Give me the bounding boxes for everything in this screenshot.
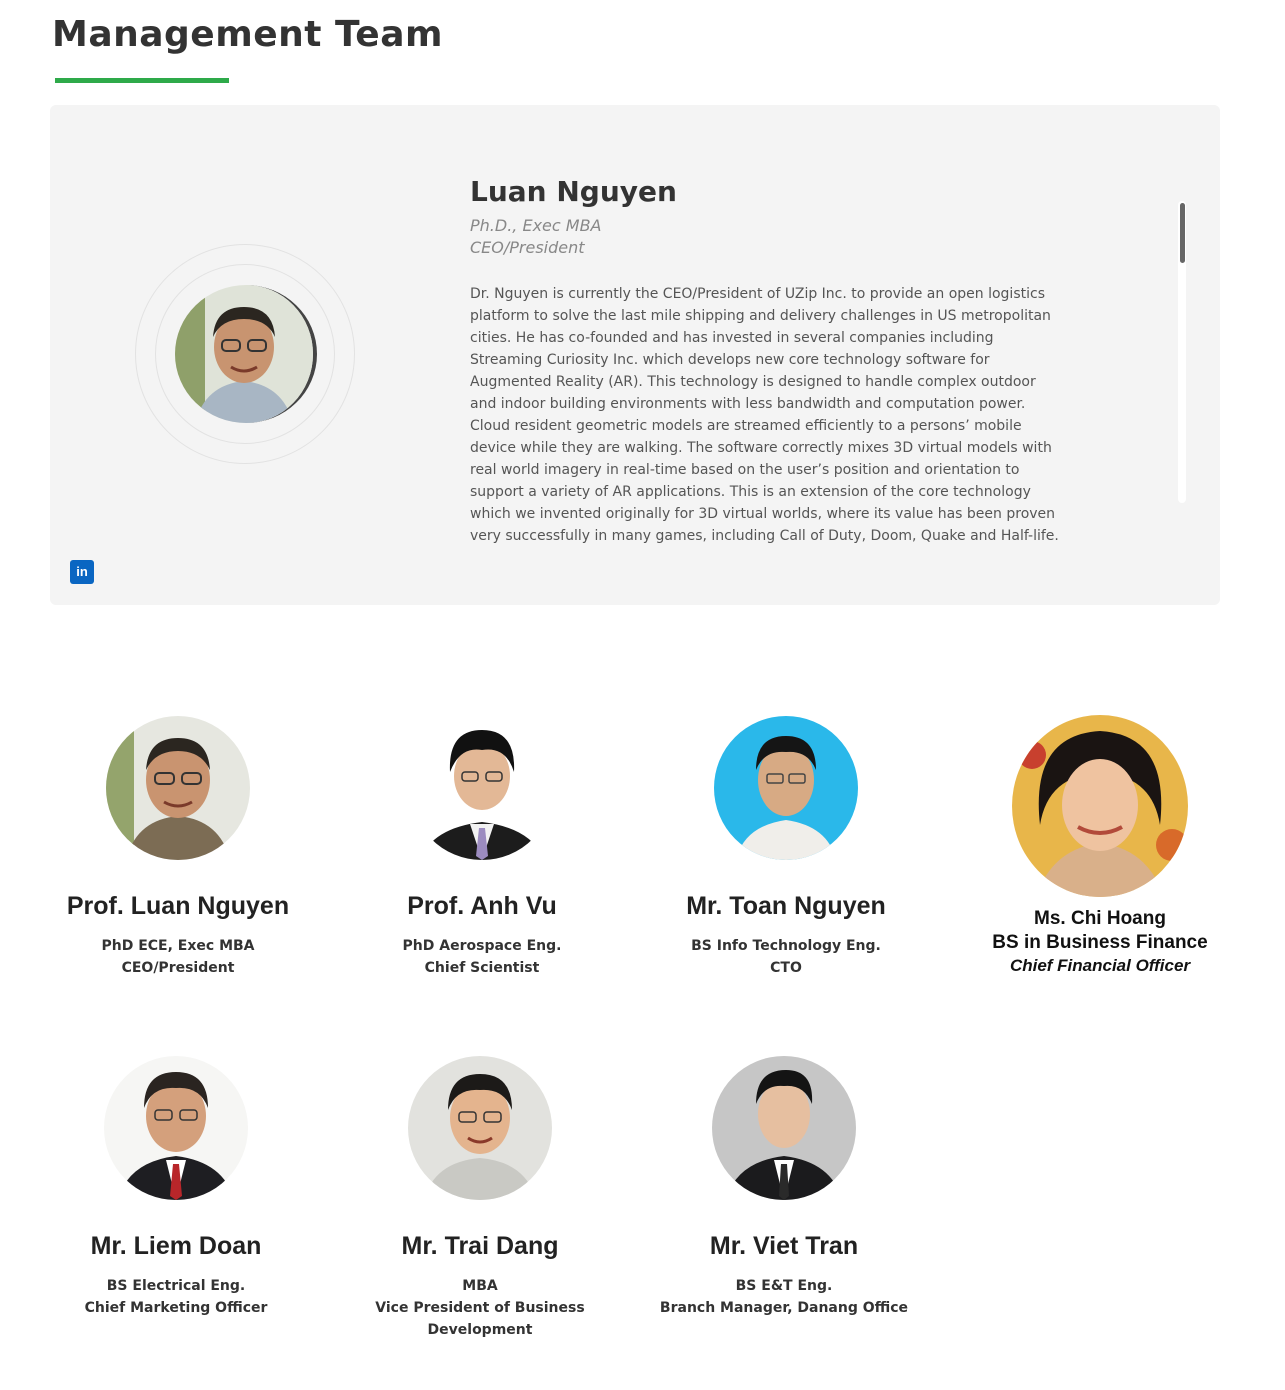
member-photo: [104, 1056, 248, 1200]
linkedin-icon[interactable]: in: [70, 560, 94, 584]
member-photo: [410, 716, 554, 860]
team-member-card[interactable]: Mr. Liem Doan BS Electrical Eng. Chief M…: [26, 1056, 326, 1319]
member-degree: BS in Business Finance: [992, 932, 1208, 953]
member-photo: [714, 716, 858, 860]
team-member-card[interactable]: Mr. Trai Dang MBA Vice President of Busi…: [330, 1056, 630, 1341]
member-role: Chief Marketing Officer: [84, 1300, 268, 1316]
featured-member-role: CEO/President: [470, 238, 585, 257]
featured-member-degree: Ph.D., Exec MBA: [470, 216, 602, 235]
member-name: Mr. Toan Nguyen: [686, 892, 886, 920]
member-role: Branch Manager, Danang Office: [659, 1300, 909, 1316]
member-role: Chief Financial Officer: [1009, 956, 1191, 975]
member-role: Chief Scientist: [424, 960, 540, 976]
bio-scrollbar-thumb[interactable]: [1180, 203, 1185, 263]
member-name: Prof. Luan Nguyen: [66, 892, 290, 920]
member-degree: BS Info Technology Eng.: [691, 938, 881, 954]
team-member-card[interactable]: Prof. Luan Nguyen PhD ECE, Exec MBA CEO/…: [28, 716, 328, 979]
team-member-card[interactable]: Mr. Viet Tran BS E&T Eng. Branch Manager…: [634, 1056, 934, 1319]
member-photo: [712, 1056, 856, 1200]
member-degree: BS E&T Eng.: [735, 1278, 833, 1294]
member-role: Vice President of Business Development: [375, 1300, 585, 1338]
member-role: CEO/President: [121, 960, 235, 976]
member-photo: [106, 716, 250, 860]
team-member-card[interactable]: Prof. Anh Vu PhD Aerospace Eng. Chief Sc…: [332, 716, 632, 979]
member-name: Ms. Chi Hoang: [1034, 908, 1166, 929]
member-photo: [408, 1056, 552, 1200]
featured-member-bio: Dr. Nguyen is currently the CEO/Presiden…: [470, 286, 1059, 544]
page-title: Management Team: [52, 14, 444, 55]
member-role: CTO: [770, 960, 802, 976]
team-member-card[interactable]: Mr. Toan Nguyen BS Info Technology Eng. …: [636, 716, 936, 979]
featured-member-panel: Luan Nguyen Ph.D., Exec MBA CEO/Presiden…: [50, 105, 1220, 605]
featured-member-photo: [175, 285, 317, 423]
member-name: Prof. Anh Vu: [407, 892, 557, 920]
member-degree: PhD ECE, Exec MBA: [101, 938, 255, 954]
member-degree: MBA: [462, 1278, 498, 1294]
member-name: Mr. Trai Dang: [401, 1232, 559, 1260]
member-photo: [1012, 715, 1188, 897]
member-degree: BS Electrical Eng.: [106, 1278, 246, 1294]
member-name: Mr. Viet Tran: [709, 1232, 859, 1260]
team-member-card[interactable]: Ms. Chi Hoang BS in Business Finance Chi…: [950, 715, 1250, 977]
member-degree: PhD Aerospace Eng.: [402, 938, 562, 954]
featured-member-credentials: Ph.D., Exec MBA CEO/President: [470, 215, 601, 259]
title-underline: [55, 78, 229, 83]
featured-member-name: Luan Nguyen: [470, 175, 677, 208]
member-name: Mr. Liem Doan: [90, 1232, 262, 1260]
